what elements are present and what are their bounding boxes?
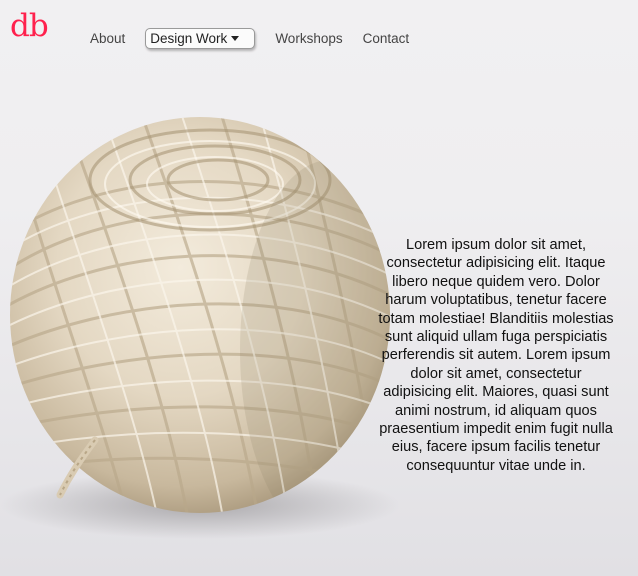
main-nav: About Design Work Workshops Contact bbox=[90, 28, 409, 49]
yarn-ball-image bbox=[0, 117, 400, 539]
nav-about-link[interactable]: About bbox=[90, 31, 125, 46]
nav-design-work-label: Design Work bbox=[150, 31, 228, 46]
intro-paragraph: Lorem ipsum dolor sit amet, consectetur … bbox=[378, 237, 614, 474]
logo[interactable]: db bbox=[10, 11, 49, 42]
nav-design-work-dropdown[interactable]: Design Work bbox=[145, 28, 256, 49]
nav-contact-link[interactable]: Contact bbox=[363, 31, 410, 46]
caret-down-icon bbox=[231, 36, 240, 41]
nav-workshops-link[interactable]: Workshops bbox=[275, 31, 342, 46]
